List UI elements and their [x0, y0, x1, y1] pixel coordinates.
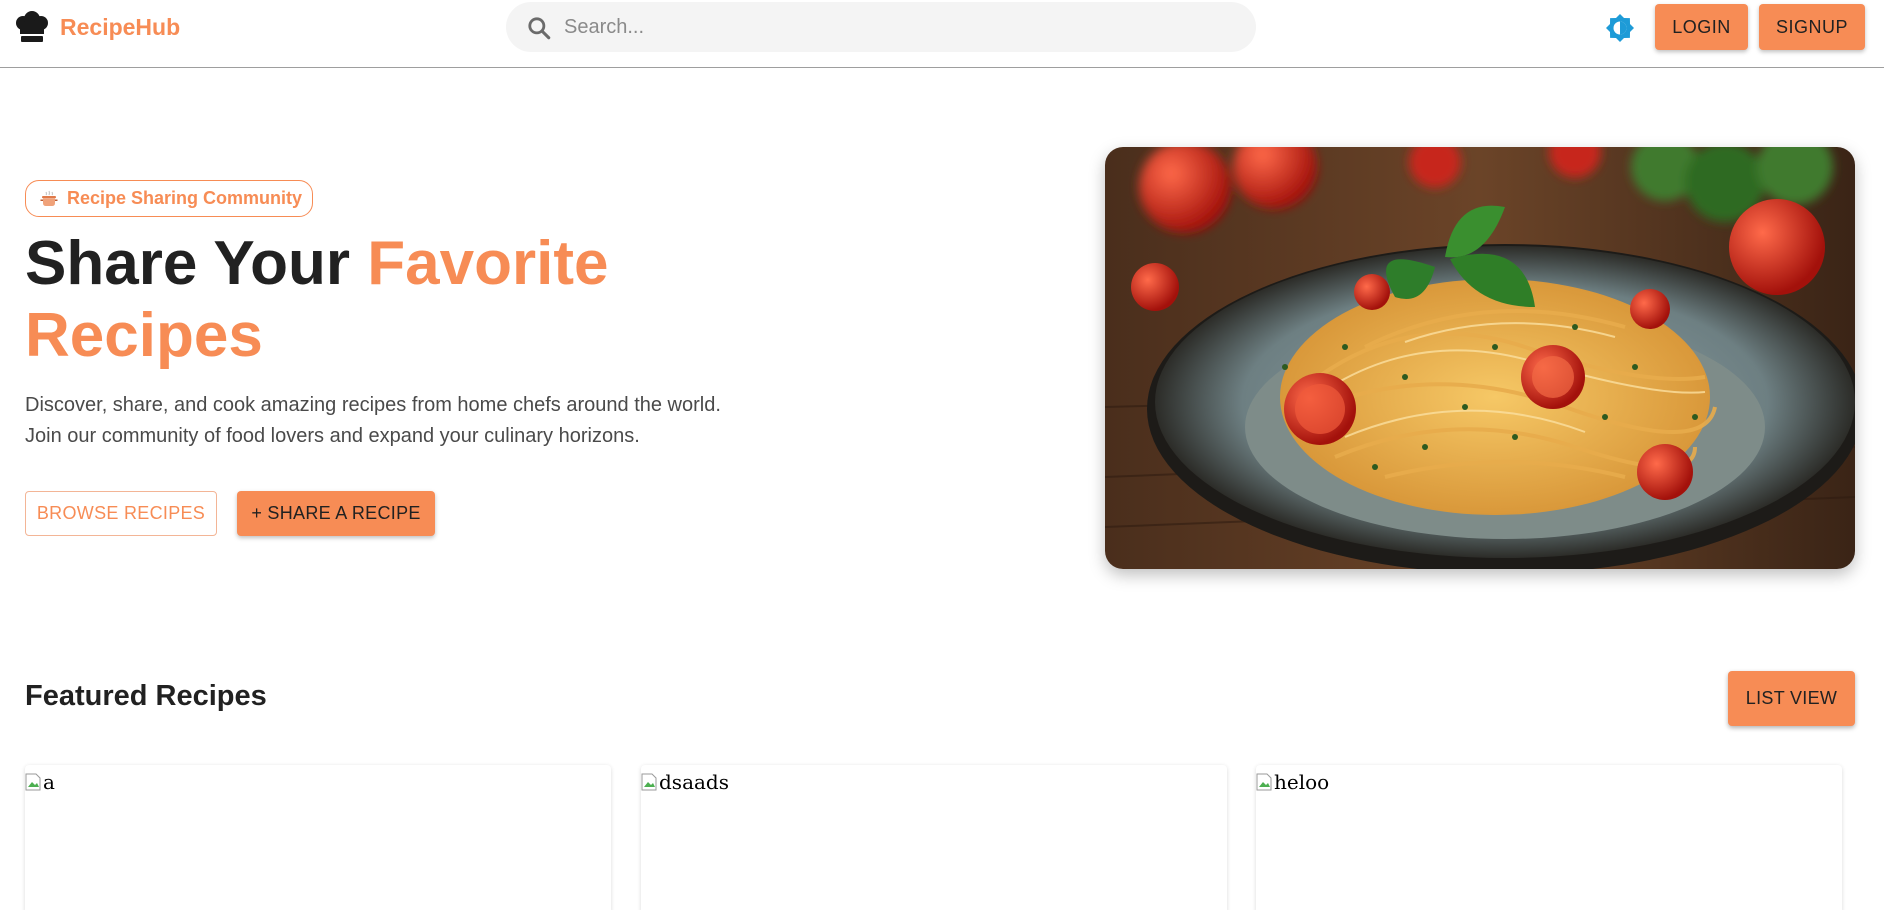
pasta-illustration	[1105, 147, 1855, 569]
hero-pasta-image	[1105, 147, 1855, 569]
broken-image-icon	[1256, 773, 1272, 791]
share-recipe-button[interactable]: + SHARE A RECIPE	[237, 491, 435, 536]
top-app-bar: RecipeHub LOGIN SIGNUP	[0, 0, 1884, 68]
signup-button[interactable]: SIGNUP	[1759, 4, 1865, 50]
recipe-card[interactable]: heloo	[1256, 765, 1842, 910]
brand-logo[interactable]: RecipeHub	[14, 10, 180, 44]
recipe-card-image: a	[25, 770, 55, 794]
browse-recipes-button[interactable]: BROWSE RECIPES	[25, 491, 217, 536]
hero-title: Share Your Favorite Recipes	[25, 228, 725, 372]
brightness-icon	[1606, 14, 1634, 42]
hero-description-line2: Join our community of food lovers and ex…	[25, 425, 640, 447]
recipe-card-image: dsaads	[641, 770, 729, 794]
community-badge: Recipe Sharing Community	[25, 180, 314, 217]
cooking-pot-icon	[40, 190, 58, 206]
recipe-card-image: heloo	[1256, 770, 1329, 794]
chef-hat-icon	[16, 11, 48, 42]
theme-toggle-button[interactable]	[1604, 12, 1636, 44]
hero-title-prefix: Share Your	[25, 229, 368, 298]
list-view-button[interactable]: LIST VIEW	[1728, 671, 1855, 726]
broken-image-icon	[25, 773, 41, 791]
broken-image-icon	[641, 773, 657, 791]
badge-label: Recipe Sharing Community	[67, 188, 303, 208]
login-button[interactable]: LOGIN	[1655, 4, 1748, 50]
brand-name: RecipeHub	[60, 13, 181, 40]
recipe-card[interactable]: a	[25, 765, 611, 910]
hero-description-line1: Discover, share, and cook amazing recipe…	[25, 394, 721, 416]
hero-description: Discover, share, and cook amazing recipe…	[25, 390, 785, 452]
recipe-card-image-alt: dsaads	[659, 770, 729, 794]
search-icon	[528, 17, 551, 40]
recipe-card-image-alt: a	[43, 770, 55, 794]
search-bar	[506, 2, 1256, 52]
search-input[interactable]	[564, 2, 1224, 52]
featured-recipes-heading: Featured Recipes	[25, 680, 267, 712]
recipe-card-image-alt: heloo	[1274, 770, 1330, 794]
recipe-card[interactable]: dsaads	[641, 765, 1227, 910]
